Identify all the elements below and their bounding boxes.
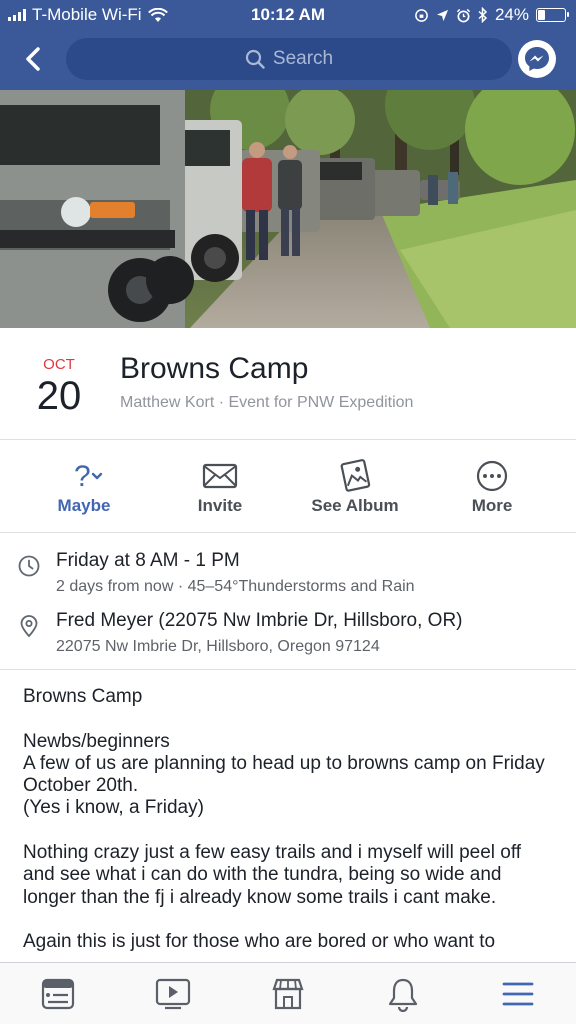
svg-text:?: ? <box>74 460 91 493</box>
maybe-button[interactable]: ? Maybe <box>12 441 156 533</box>
location-arrow-icon <box>436 9 449 21</box>
see-album-button[interactable]: See Album <box>283 441 427 533</box>
more-dots-icon <box>476 460 508 492</box>
notifications-bell-icon <box>388 978 418 1012</box>
event-time-subtext: 2 days from now · 45–54°Thunderstorms an… <box>56 578 415 595</box>
top-bar: T-Mobile Wi-Fi 10:12 AM 24% Search <box>0 0 576 90</box>
event-time: Friday at 8 AM - 1 PM <box>56 550 240 571</box>
messenger-button[interactable] <box>518 40 556 78</box>
event-subtitle[interactable]: Matthew Kort · Event for PNW Expedition <box>120 394 413 412</box>
messenger-icon <box>525 47 549 71</box>
menu-icon <box>502 982 534 1006</box>
bluetooth-icon <box>478 7 488 23</box>
battery-percent: 24% <box>494 5 529 24</box>
alarm-icon <box>456 8 471 22</box>
tab-news-feed[interactable] <box>0 973 116 1015</box>
search-input[interactable]: Search <box>66 38 512 80</box>
back-arrow-icon[interactable] <box>20 44 50 74</box>
search-placeholder: Search <box>272 48 334 69</box>
event-actions: ? Maybe Invite See Album More <box>0 441 576 533</box>
question-mark-icon: ? <box>74 460 103 493</box>
tab-video[interactable] <box>115 973 231 1015</box>
battery-icon <box>536 8 569 22</box>
event-title: Browns Camp <box>120 352 309 385</box>
nav-row: Search <box>0 36 576 82</box>
event-cover-photo[interactable] <box>0 90 576 328</box>
status-right: 24% <box>414 5 569 25</box>
cover-photo-illustration <box>0 90 576 328</box>
marketplace-icon <box>272 978 304 1010</box>
clock-icon <box>18 555 40 577</box>
event-description: Browns Camp Newbs/beginners A few of us … <box>23 686 545 953</box>
invite-button[interactable]: Invite <box>148 441 292 533</box>
event-location-address: 22075 Nw Imbrie Dr, Hillsboro, Oregon 97… <box>56 638 380 655</box>
envelope-icon <box>202 463 238 489</box>
tab-notifications[interactable] <box>345 973 461 1015</box>
bottom-tab-bar <box>0 962 576 1024</box>
tab-marketplace[interactable] <box>230 973 346 1015</box>
more-button[interactable]: More <box>420 441 564 533</box>
maybe-label: Maybe <box>57 496 111 515</box>
rotation-lock-icon <box>415 8 428 22</box>
event-location-name: Fred Meyer (22075 Nw Imbrie Dr, Hillsbor… <box>56 610 463 631</box>
event-day: 20 <box>36 374 82 418</box>
location-pin-icon <box>20 615 38 638</box>
news-feed-icon <box>41 978 75 1010</box>
search-icon <box>245 49 265 69</box>
more-label: More <box>471 496 513 515</box>
description-fade <box>0 950 576 962</box>
event-details: Friday at 8 AM - 1 PM 2 days from now · … <box>0 534 576 670</box>
invite-label: Invite <box>197 496 243 515</box>
event-month: OCT <box>43 356 75 373</box>
event-header: OCT 20 Browns Camp Matthew Kort · Event … <box>0 328 576 440</box>
video-icon <box>155 978 191 1010</box>
status-bar: T-Mobile Wi-Fi 10:12 AM 24% <box>0 0 576 30</box>
tab-menu[interactable] <box>460 973 576 1015</box>
photo-album-icon <box>340 459 371 492</box>
see-album-label: See Album <box>311 496 399 515</box>
